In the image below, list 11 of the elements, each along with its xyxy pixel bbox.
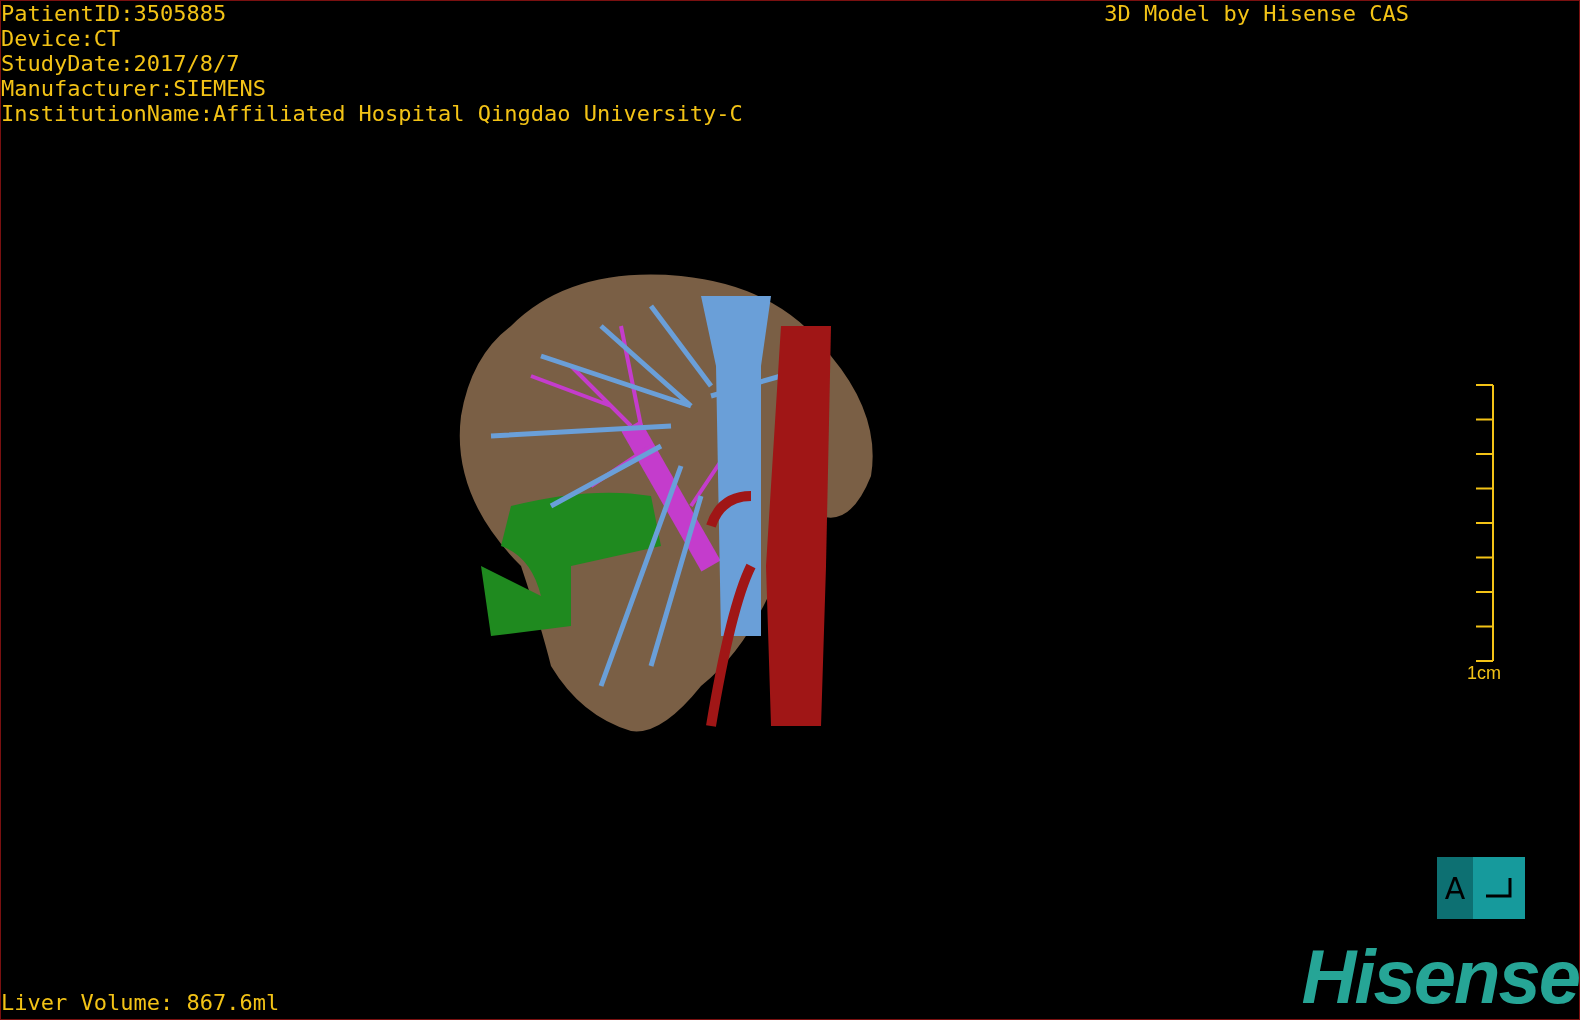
study-info-text: Manufacturer:SIEMENS: [1, 76, 267, 101]
scale-bar-icon: [1474, 384, 1494, 662]
viewer-title: 3D Model by Hisense CAS: [1104, 1, 1409, 28]
liver-volume-text: Liver Volume: 867.6ml: [1, 990, 280, 1015]
corner-bracket-icon: [1486, 878, 1512, 898]
scale-label: 1cm: [1467, 662, 1501, 684]
study-info-text: InstitutionName:Affiliated Hospital Qingdao University-C: [1, 101, 743, 126]
study-info-text: Device:CT: [1, 26, 122, 51]
study-info-text: PatientID:3505885: [1, 1, 228, 26]
logo-text: Hisense: [1301, 941, 1579, 1013]
study-info-text: StudyDate:2017/8/7: [1, 51, 241, 76]
